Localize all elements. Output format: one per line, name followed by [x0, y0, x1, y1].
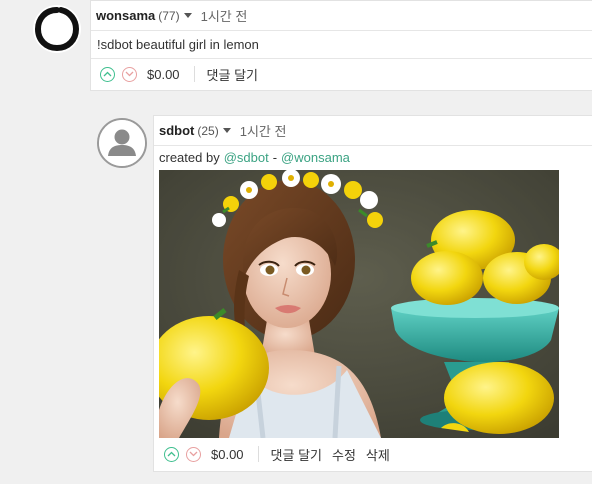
requester-link[interactable]: @wonsama	[281, 150, 350, 165]
avatar-wonsama[interactable]	[33, 5, 81, 53]
generated-image[interactable]	[159, 170, 559, 438]
divider	[257, 446, 259, 462]
created-by-label: created by	[159, 149, 220, 165]
comment-footer: $0.00 댓글 달기 수정 삭제	[154, 437, 592, 471]
downvote-chevron-icon	[125, 71, 134, 77]
edit-button[interactable]: 수정	[332, 445, 356, 464]
comment-body: !sdbot beautiful girl in lemon	[91, 31, 592, 59]
reply-button[interactable]: 댓글 달기	[207, 65, 258, 84]
caret-down-icon[interactable]	[183, 13, 192, 18]
delete-button[interactable]: 삭제	[366, 445, 390, 464]
reply-button[interactable]: 댓글 달기	[271, 445, 322, 464]
comment-card-wonsama: wonsama (77) 1시간 전 !sdbot beautiful girl…	[90, 0, 592, 91]
girl-with-lemons-illustration	[159, 170, 559, 438]
avatar-sdbot[interactable]	[97, 118, 147, 168]
created-by-line: created by @sdbot - @wonsama	[154, 146, 592, 168]
comment-card-sdbot: sdbot (25) 1시간 전 created by @sdbot - @wo…	[153, 115, 592, 472]
downvote-button[interactable]	[186, 446, 201, 462]
upvote-chevron-icon	[167, 451, 176, 457]
timestamp[interactable]: 1시간 전	[201, 6, 248, 25]
payout-amount[interactable]: $0.00	[147, 67, 180, 82]
comment-header: wonsama (77) 1시간 전	[91, 1, 592, 31]
timestamp[interactable]: 1시간 전	[240, 121, 287, 140]
downvote-chevron-icon	[189, 451, 198, 457]
separator: -	[272, 149, 278, 165]
divider	[193, 66, 195, 82]
brush-circle-avatar-icon	[34, 7, 80, 52]
comment-header: sdbot (25) 1시간 전	[154, 116, 592, 146]
author-reputation: (77)	[158, 8, 180, 23]
author-reputation: (25)	[197, 123, 219, 138]
downvote-button[interactable]	[122, 66, 137, 82]
default-user-avatar-icon	[99, 120, 145, 166]
payout-amount[interactable]: $0.00	[211, 447, 244, 462]
upvote-chevron-icon	[103, 71, 112, 77]
comment-footer: $0.00 댓글 달기	[91, 59, 592, 89]
creator-link[interactable]: @sdbot	[224, 150, 269, 165]
upvote-button[interactable]	[164, 446, 179, 462]
author-name[interactable]: sdbot	[159, 123, 194, 138]
author-name[interactable]: wonsama	[96, 8, 155, 23]
caret-down-icon[interactable]	[222, 128, 231, 133]
upvote-button[interactable]	[100, 66, 115, 82]
